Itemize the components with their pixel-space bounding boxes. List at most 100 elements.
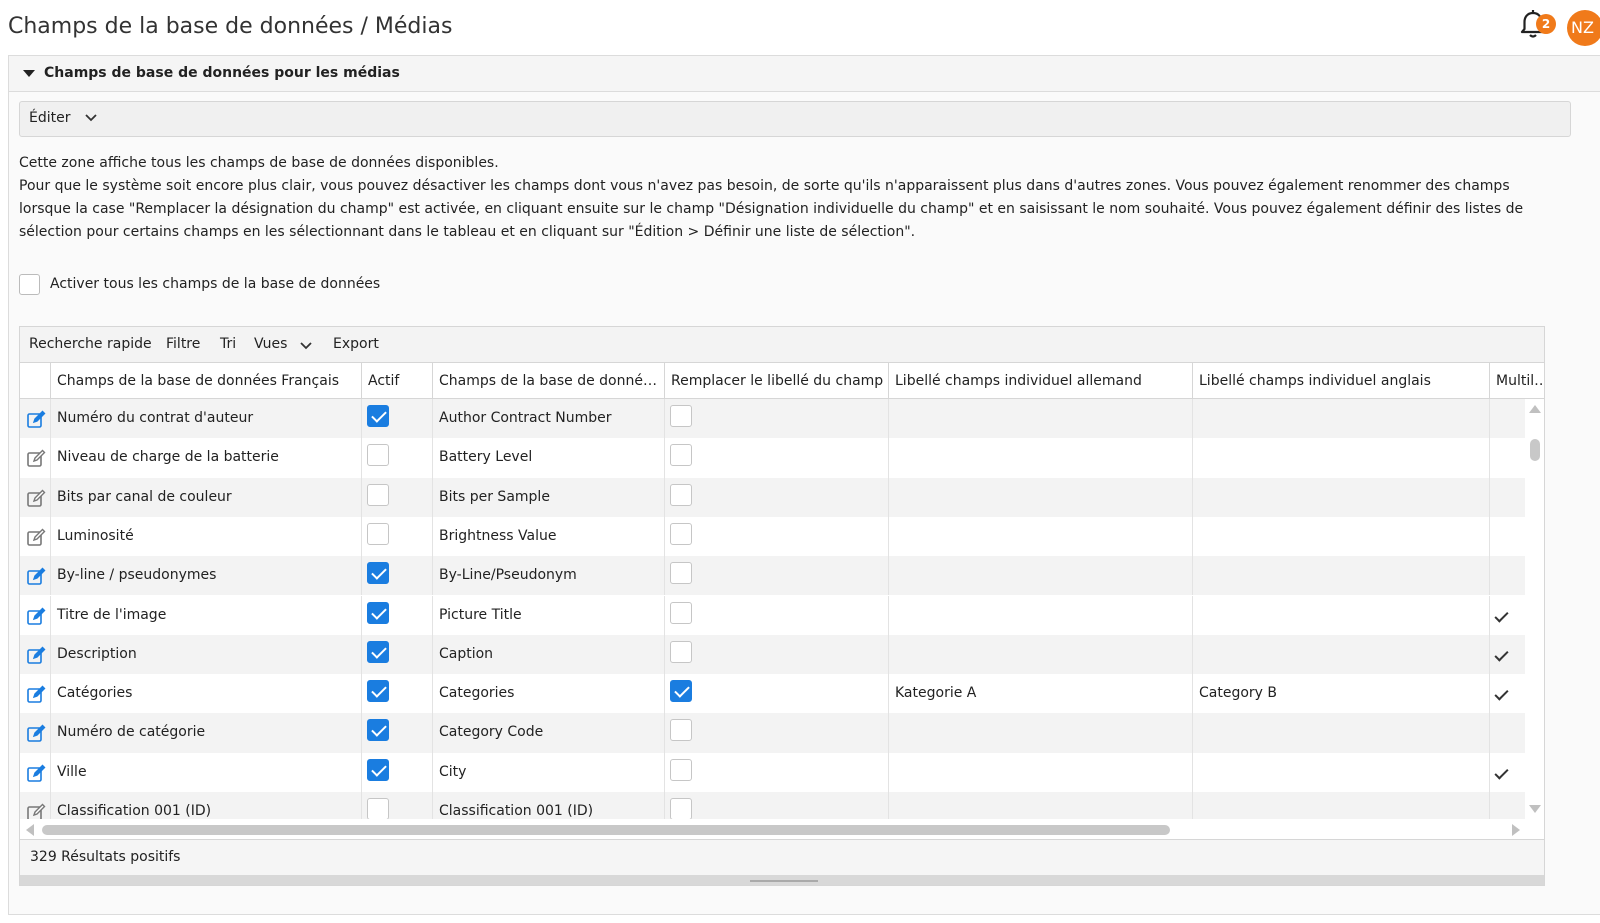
english-label-cell[interactable] xyxy=(1193,792,1490,819)
edit-icon[interactable] xyxy=(26,685,46,705)
edit-icon[interactable] xyxy=(26,724,46,744)
vertical-scrollbar[interactable] xyxy=(1525,399,1544,819)
english-label-cell[interactable] xyxy=(1193,438,1490,478)
header-english-field[interactable]: Champs de la base de données anglais xyxy=(433,363,665,399)
english-label-cell[interactable] xyxy=(1193,477,1490,517)
table-row[interactable]: Luminosité Brightness Value xyxy=(20,516,1525,557)
edit-cell[interactable] xyxy=(20,438,51,478)
german-label-cell[interactable] xyxy=(889,634,1193,675)
german-label-cell[interactable] xyxy=(889,556,1193,596)
header-active[interactable]: Actif xyxy=(362,363,433,399)
edit-icon[interactable] xyxy=(26,449,46,469)
table-row[interactable]: Numéro du contrat d'auteur Author Contrac… xyxy=(20,399,1525,439)
table-row[interactable]: By-line / pseudonymes By-Line/Pseudonym xyxy=(20,556,1525,596)
active-checkbox[interactable] xyxy=(367,719,389,742)
active-checkbox[interactable] xyxy=(367,601,389,624)
replace-label-checkbox[interactable] xyxy=(670,562,692,585)
english-label-cell[interactable] xyxy=(1193,752,1490,792)
table-row[interactable]: Niveau de charge de la batterie Battery L… xyxy=(20,438,1525,478)
german-label-cell[interactable] xyxy=(889,477,1193,517)
vertical-scroll-thumb[interactable] xyxy=(1530,439,1540,461)
replace-label-checkbox[interactable] xyxy=(670,640,692,663)
german-label-cell[interactable] xyxy=(889,399,1193,439)
collapse-arrow-icon[interactable] xyxy=(23,70,35,77)
edit-cell[interactable] xyxy=(20,713,51,753)
quick-search-button[interactable]: Recherche rapide xyxy=(29,336,152,352)
edit-cell[interactable] xyxy=(20,595,51,635)
replace-label-checkbox[interactable] xyxy=(670,798,692,819)
active-checkbox[interactable] xyxy=(367,640,389,663)
german-label-cell[interactable]: Kategorie A xyxy=(889,674,1193,714)
replace-label-checkbox[interactable] xyxy=(670,522,692,545)
scroll-right-icon[interactable] xyxy=(1512,824,1520,836)
edit-cell[interactable] xyxy=(20,516,51,557)
horizontal-scroll-thumb[interactable] xyxy=(42,825,1170,835)
edit-menu-button[interactable]: Éditer xyxy=(29,110,70,126)
active-checkbox[interactable] xyxy=(367,562,389,585)
replace-label-checkbox[interactable] xyxy=(670,483,692,506)
table-row[interactable]: Numéro de catégorie Category Code xyxy=(20,713,1525,753)
sort-button[interactable]: Tri xyxy=(220,336,236,352)
filter-button[interactable]: Filtre xyxy=(166,336,200,352)
edit-icon[interactable] xyxy=(26,607,46,627)
replace-label-checkbox[interactable] xyxy=(670,601,692,624)
edit-cell[interactable] xyxy=(20,634,51,675)
edit-cell[interactable] xyxy=(20,752,51,792)
edit-icon[interactable] xyxy=(26,528,46,548)
german-label-cell[interactable] xyxy=(889,752,1193,792)
german-label-cell[interactable] xyxy=(889,516,1193,557)
active-checkbox[interactable] xyxy=(367,522,389,545)
active-checkbox[interactable] xyxy=(367,680,389,703)
table-row[interactable]: Ville City xyxy=(20,752,1525,792)
header-german-label[interactable]: Libellé champs individuel allemand xyxy=(889,363,1193,399)
edit-icon[interactable] xyxy=(26,410,46,430)
header-french-field[interactable]: Champs de la base de données Français xyxy=(51,363,362,399)
activate-all-checkbox[interactable] xyxy=(19,274,40,295)
german-label-cell[interactable] xyxy=(889,713,1193,753)
horizontal-scrollbar[interactable] xyxy=(20,821,1525,839)
header-english-label[interactable]: Libellé champs individuel anglais xyxy=(1193,363,1490,399)
resize-handle[interactable] xyxy=(750,880,818,882)
german-label-cell[interactable] xyxy=(889,438,1193,478)
active-checkbox[interactable] xyxy=(367,444,389,467)
german-label-cell[interactable] xyxy=(889,595,1193,635)
edit-icon[interactable] xyxy=(26,646,46,666)
active-checkbox[interactable] xyxy=(367,758,389,781)
replace-label-checkbox[interactable] xyxy=(670,680,692,703)
edit-cell[interactable] xyxy=(20,674,51,714)
edit-icon[interactable] xyxy=(26,489,46,509)
replace-label-checkbox[interactable] xyxy=(670,758,692,781)
scroll-left-icon[interactable] xyxy=(26,824,34,836)
replace-label-checkbox[interactable] xyxy=(670,444,692,467)
replace-label-checkbox[interactable] xyxy=(670,719,692,742)
views-chevron-down-icon[interactable] xyxy=(299,341,313,351)
active-checkbox[interactable] xyxy=(367,798,389,819)
avatar[interactable]: NZ xyxy=(1567,10,1600,46)
table-row[interactable]: Catégories Categories Kategorie A Category … xyxy=(20,674,1525,714)
active-checkbox[interactable] xyxy=(367,405,389,427)
export-button[interactable]: Export xyxy=(333,336,379,352)
table-row[interactable]: Classification 001 (ID) Classification 00… xyxy=(20,792,1525,819)
panel-header[interactable]: Champs de base de données pour les média… xyxy=(9,56,1600,92)
header-multilingual[interactable]: Multilingue xyxy=(1490,363,1544,399)
edit-cell[interactable] xyxy=(20,477,51,517)
table-row[interactable]: Description Caption xyxy=(20,634,1525,675)
scroll-down-icon[interactable] xyxy=(1529,805,1541,813)
english-label-cell[interactable] xyxy=(1193,595,1490,635)
english-label-cell[interactable] xyxy=(1193,713,1490,753)
header-replace-label[interactable]: Remplacer le libellé du champ xyxy=(665,363,889,399)
edit-cell[interactable] xyxy=(20,792,51,819)
german-label-cell[interactable] xyxy=(889,792,1193,819)
chevron-down-icon[interactable] xyxy=(84,113,98,123)
edit-icon[interactable] xyxy=(26,764,46,784)
edit-cell[interactable] xyxy=(20,556,51,596)
edit-icon[interactable] xyxy=(26,803,46,819)
table-row[interactable]: Bits par canal de couleur Bits per Sample xyxy=(20,477,1525,517)
edit-cell[interactable] xyxy=(20,399,51,439)
english-label-cell[interactable] xyxy=(1193,634,1490,675)
english-label-cell[interactable] xyxy=(1193,556,1490,596)
active-checkbox[interactable] xyxy=(367,483,389,506)
english-label-cell[interactable]: Category B xyxy=(1193,674,1490,714)
replace-label-checkbox[interactable] xyxy=(670,405,692,427)
table-row[interactable]: Titre de l'image Picture Title xyxy=(20,595,1525,635)
